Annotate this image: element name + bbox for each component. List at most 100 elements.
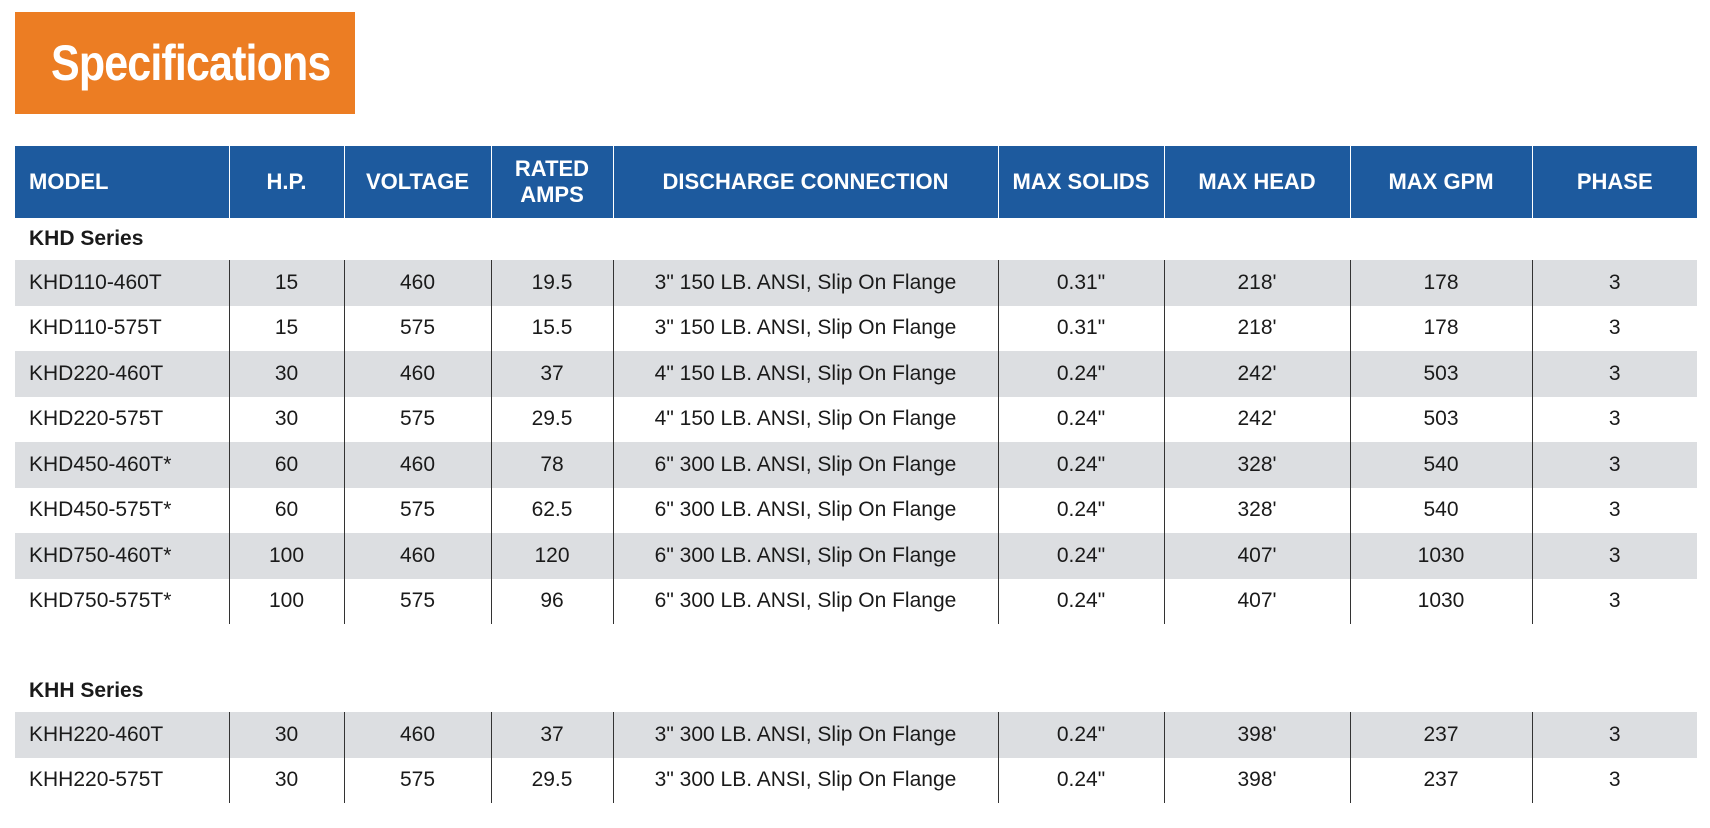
max-head-cell: 242'	[1163, 396, 1350, 442]
phase-cell: 3	[1531, 442, 1697, 488]
voltage-cell: 460	[343, 533, 491, 579]
max-head-cell: 218'	[1163, 260, 1350, 306]
max-head-cell: 328'	[1163, 487, 1350, 533]
hp-cell: 60	[228, 442, 344, 488]
header-hp: H.P.	[228, 146, 344, 218]
rated-amps-cell: 29.5	[490, 396, 613, 442]
header-max-solids: MAX SOLIDS	[997, 146, 1164, 218]
hp-cell: 30	[228, 396, 344, 442]
rated-amps-cell: 96	[490, 578, 613, 624]
page-title: Specifications	[51, 35, 331, 91]
series-heading-row: KHD Series	[15, 218, 1697, 260]
voltage-cell: 575	[343, 305, 491, 351]
max-solids-cell: 0.24"	[997, 712, 1164, 758]
spacer-row	[15, 624, 1697, 670]
max-gpm-cell: 237	[1349, 757, 1532, 803]
hp-cell: 15	[228, 260, 344, 306]
rated-amps-cell: 37	[490, 712, 613, 758]
max-gpm-cell: 237	[1349, 712, 1532, 758]
model-cell: KHD110-575T	[29, 316, 162, 340]
voltage-cell: 460	[343, 260, 491, 306]
phase-cell: 3	[1531, 533, 1697, 579]
phase-cell: 3	[1531, 305, 1697, 351]
table-row: KHD220-460T 30 460 37 4" 150 LB. ANSI, Slip …	[15, 351, 1697, 397]
rated-amps-cell: 120	[490, 533, 613, 579]
max-solids-cell: 0.31"	[997, 260, 1164, 306]
table-row: KHD750-575T* 100 575 96 6" 300 LB. ANSI, Sli…	[15, 578, 1697, 624]
phase-cell: 3	[1531, 396, 1697, 442]
header-rated-amps-line2: AMPS	[520, 182, 584, 207]
discharge-cell: 3" 300 LB. ANSI, Slip On Flange	[612, 712, 998, 758]
header-max-gpm: MAX GPM	[1349, 146, 1532, 218]
model-cell: KHD750-460T*	[15, 533, 229, 579]
max-solids-cell: 0.24"	[997, 442, 1164, 488]
hp-cell: 100	[228, 578, 344, 624]
model-cell: KHH220-575T	[29, 768, 164, 792]
rated-amps-cell: 37	[490, 351, 613, 397]
hp-cell: 30	[228, 757, 344, 803]
phase-cell: 3	[1531, 260, 1697, 306]
header-phase: PHASE	[1531, 146, 1697, 218]
voltage-cell: 460	[343, 351, 491, 397]
phase-cell: 3	[1531, 487, 1697, 533]
rated-amps-cell: 62.5	[490, 487, 613, 533]
max-head-cell: 328'	[1163, 442, 1350, 488]
khd-series-section: KHD Series KHD110-460T 15 460 19.5 3" 150 LB…	[15, 218, 1697, 624]
phase-cell: 3	[1531, 712, 1697, 758]
rated-amps-cell: 19.5	[490, 260, 613, 306]
discharge-cell: 3" 300 LB. ANSI, Slip On Flange	[612, 757, 998, 803]
discharge-cell: 3" 150 LB. ANSI, Slip On Flange	[612, 260, 998, 306]
hp-cell: 30	[228, 712, 344, 758]
max-solids-cell: 0.24"	[997, 487, 1164, 533]
max-gpm-cell: 1030	[1349, 533, 1532, 579]
section-spacer	[15, 624, 1697, 670]
max-solids-cell: 0.24"	[997, 757, 1164, 803]
voltage-cell: 575	[343, 578, 491, 624]
header-voltage: VOLTAGE	[343, 146, 491, 218]
max-solids-cell: 0.31"	[997, 305, 1164, 351]
voltage-cell: 575	[343, 487, 491, 533]
max-head-cell: 398'	[1163, 757, 1350, 803]
max-head-cell: 398'	[1163, 712, 1350, 758]
hp-cell: 100	[228, 533, 344, 579]
max-head-cell: 407'	[1163, 578, 1350, 624]
header-row: MODEL H.P. VOLTAGE RATED AMPS DISCHARGE …	[15, 146, 1697, 218]
phase-cell: 3	[1531, 757, 1697, 803]
discharge-cell: 4" 150 LB. ANSI, Slip On Flange	[612, 396, 998, 442]
header-max-head: MAX HEAD	[1163, 146, 1350, 218]
table-row: KHD450-460T* 60 460 78 6" 300 LB. ANSI, Slip…	[15, 442, 1697, 488]
max-gpm-cell: 503	[1349, 396, 1532, 442]
voltage-cell: 460	[343, 442, 491, 488]
series-label-khd: KHD Series	[15, 218, 1697, 260]
max-head-cell: 242'	[1163, 351, 1350, 397]
voltage-cell: 460	[343, 712, 491, 758]
max-gpm-cell: 178	[1349, 260, 1532, 306]
table-row: KHD450-575T* 60 575 62.5 6" 300 LB. ANSI, Sl…	[15, 487, 1697, 533]
max-gpm-cell: 540	[1349, 487, 1532, 533]
discharge-cell: 6" 300 LB. ANSI, Slip On Flange	[612, 578, 998, 624]
model-cell: KHD220-575T	[29, 407, 164, 431]
max-solids-cell: 0.24"	[997, 578, 1164, 624]
header-rated-amps-line1: RATED	[514, 156, 590, 181]
max-solids-cell: 0.24"	[997, 351, 1164, 397]
header-rated-amps: RATED AMPS	[490, 146, 613, 218]
phase-cell: 3	[1531, 351, 1697, 397]
specifications-table: MODEL H.P. VOLTAGE RATED AMPS DISCHARGE …	[15, 146, 1697, 803]
model-cell: KHD450-460T*	[15, 442, 229, 488]
hp-cell: 60	[228, 487, 344, 533]
hp-cell: 15	[228, 305, 344, 351]
table-row: KHD220-575T 30 575 29.5 4" 150 LB. ANSI, Sli…	[15, 396, 1697, 442]
voltage-cell: 575	[343, 396, 491, 442]
max-gpm-cell: 178	[1349, 305, 1532, 351]
series-heading-row: KHH Series	[15, 670, 1697, 712]
table-row: KHD110-460T 15 460 19.5 3" 150 LB. ANSI, Sli…	[15, 260, 1697, 306]
discharge-cell: 4" 150 LB. ANSI, Slip On Flange	[612, 351, 998, 397]
hp-cell: 30	[228, 351, 344, 397]
discharge-cell: 6" 300 LB. ANSI, Slip On Flange	[612, 533, 998, 579]
phase-cell: 3	[1531, 578, 1697, 624]
rated-amps-cell: 15.5	[490, 305, 613, 351]
table-row: KHD750-460T* 100 460 120 6" 300 LB. ANSI, Sl…	[15, 533, 1697, 579]
series-label-khh: KHH Series	[15, 670, 1697, 712]
table-row: KHH220-575T 30 575 29.5 3" 300 LB. ANSI, Sli…	[15, 757, 1697, 803]
model-cell: KHD110-460T	[15, 260, 229, 306]
